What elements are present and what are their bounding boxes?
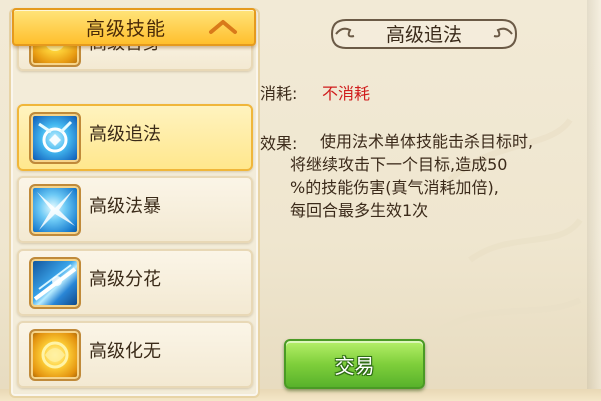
effect-label: 效果: bbox=[260, 134, 298, 153]
category-title: 高级技能 bbox=[86, 18, 167, 40]
skill-label: 高级分花 bbox=[89, 269, 161, 290]
blue-burst-icon bbox=[29, 184, 81, 236]
golden-coin-icon bbox=[29, 329, 81, 381]
effect-line: 将继续攻击下一个目标,造成50 bbox=[290, 155, 508, 174]
effect-line: 使用法术单体技能击杀目标时, bbox=[320, 132, 534, 151]
skill-label: 高级法暴 bbox=[89, 196, 161, 217]
effect-line: %的技能伤害(真气消耗加倍), bbox=[290, 178, 499, 197]
skill-name-banner: 高级追法 bbox=[328, 16, 520, 52]
blue-chase-icon bbox=[29, 112, 81, 164]
skill-row-2[interactable]: 高级追法 bbox=[17, 104, 253, 171]
skill-row-5[interactable]: 高级化无 bbox=[17, 321, 253, 388]
skill-label: 高级化无 bbox=[89, 341, 161, 362]
cost-value: 不消耗 bbox=[322, 84, 371, 103]
chevron-up-icon bbox=[208, 19, 238, 39]
effect-line: 每回合最多生效1次 bbox=[290, 201, 429, 220]
effect-description: 使用法术单体技能击杀目标时, 将继续攻击下一个目标,造成50 %的技能伤害(真气… bbox=[290, 130, 590, 222]
blue-split-icon bbox=[29, 257, 81, 309]
skill-row-4[interactable]: 高级分花 bbox=[17, 249, 253, 316]
cost-label: 消耗: bbox=[260, 84, 298, 103]
skill-name: 高级追法 bbox=[385, 24, 462, 46]
skill-row-3[interactable]: 高级法暴 bbox=[17, 176, 253, 243]
trade-button[interactable]: 交易 bbox=[284, 339, 425, 389]
skill-category-dropdown[interactable]: 高级技能 bbox=[12, 8, 256, 46]
trade-button-label: 交易 bbox=[334, 354, 375, 378]
skill-label: 高级追法 bbox=[89, 124, 161, 145]
